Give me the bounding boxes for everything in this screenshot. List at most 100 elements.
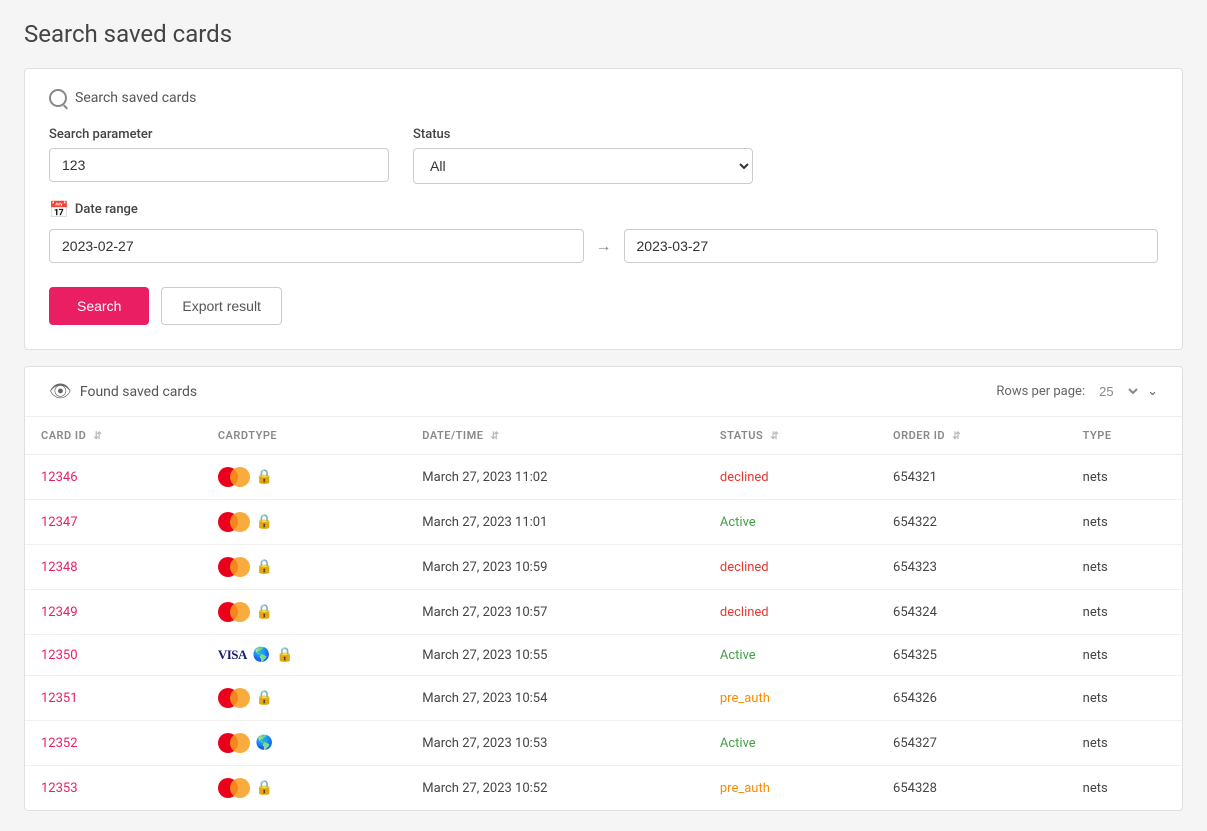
cell-order-id: 654324: [877, 590, 1067, 635]
cell-card-id[interactable]: 12351: [25, 676, 202, 721]
cell-type: nets: [1067, 590, 1182, 635]
date-to-input[interactable]: [624, 229, 1159, 263]
cell-cardtype: 🔒: [202, 545, 406, 590]
table-row: 12352 🌎 March 27, 2023 10:53Active654327…: [25, 721, 1182, 766]
date-row: →: [49, 229, 1158, 263]
export-button[interactable]: Export result: [161, 287, 282, 325]
cell-card-id[interactable]: 12349: [25, 590, 202, 635]
cell-datetime: March 27, 2023 10:53: [406, 721, 704, 766]
cell-order-id: 654321: [877, 455, 1067, 500]
results-table: CARD ID ⇵ CARDTYPE DATE/TIME ⇵ STATUS ⇵ …: [25, 417, 1182, 810]
cell-datetime: March 27, 2023 10:55: [406, 635, 704, 676]
results-title-container: 👁 Found saved cards: [49, 381, 197, 402]
cell-datetime: March 27, 2023 10:54: [406, 676, 704, 721]
cell-datetime: March 27, 2023 10:57: [406, 590, 704, 635]
lock-icon: 🔒: [256, 514, 273, 530]
lock-icon: 🔒: [256, 469, 273, 485]
cell-type: nets: [1067, 635, 1182, 676]
arrow-icon: →: [596, 236, 612, 256]
cell-type: nets: [1067, 455, 1182, 500]
cell-cardtype: VISA 🌎 🔒: [202, 635, 406, 676]
cell-order-id: 654325: [877, 635, 1067, 676]
lock-icon: 🔒: [256, 604, 273, 620]
col-order-id[interactable]: ORDER ID ⇵: [877, 417, 1067, 455]
chevron-down-icon: ⌄: [1147, 384, 1158, 399]
table-row: 12349 🔒 March 27, 2023 10:57declined6543…: [25, 590, 1182, 635]
cell-card-id[interactable]: 12350: [25, 635, 202, 676]
status-group: Status All Active Declined Pre-auth: [413, 127, 753, 184]
lock-icon: 🔒: [256, 690, 273, 706]
cell-status: Active: [704, 721, 877, 766]
cell-card-id[interactable]: 12353: [25, 766, 202, 811]
cell-card-id[interactable]: 12346: [25, 455, 202, 500]
cell-cardtype: 🔒: [202, 500, 406, 545]
results-panel: 👁 Found saved cards Rows per page: 25 50…: [24, 366, 1183, 811]
cell-status: Active: [704, 500, 877, 545]
cell-order-id: 654322: [877, 500, 1067, 545]
results-header: 👁 Found saved cards Rows per page: 25 50…: [25, 367, 1182, 417]
cell-datetime: March 27, 2023 11:01: [406, 500, 704, 545]
cell-cardtype: 🌎: [202, 721, 406, 766]
col-status[interactable]: STATUS ⇵: [704, 417, 877, 455]
table-row: 12353 🔒 March 27, 2023 10:52pre_auth6543…: [25, 766, 1182, 811]
search-param-group: Search parameter: [49, 127, 389, 184]
cell-status: Active: [704, 635, 877, 676]
cell-card-id[interactable]: 12352: [25, 721, 202, 766]
col-datetime[interactable]: DATE/TIME ⇵: [406, 417, 704, 455]
cell-card-id[interactable]: 12347: [25, 500, 202, 545]
cell-type: nets: [1067, 676, 1182, 721]
calendar-icon: 📅: [49, 200, 69, 219]
status-select[interactable]: All Active Declined Pre-auth: [413, 148, 753, 184]
cell-type: nets: [1067, 545, 1182, 590]
cell-type: nets: [1067, 766, 1182, 811]
cell-order-id: 654327: [877, 721, 1067, 766]
lock-icon: 🔒: [256, 780, 273, 796]
cell-status: declined: [704, 590, 877, 635]
mastercard-icon: [218, 688, 250, 708]
mastercard-icon: [218, 602, 250, 622]
cell-type: nets: [1067, 500, 1182, 545]
table-row: 12350 VISA 🌎 🔒 March 27, 2023 10:55Activ…: [25, 635, 1182, 676]
lock-icon: 🔒: [276, 647, 293, 663]
col-card-id[interactable]: CARD ID ⇵: [25, 417, 202, 455]
cell-card-id[interactable]: 12348: [25, 545, 202, 590]
mastercard-icon: [218, 557, 250, 577]
lock-icon: 🔒: [256, 559, 273, 575]
cell-type: nets: [1067, 721, 1182, 766]
cell-order-id: 654328: [877, 766, 1067, 811]
rows-per-page-select[interactable]: 25 50 100: [1091, 381, 1141, 402]
col-cardtype: CARDTYPE: [202, 417, 406, 455]
sort-icon-card-id: ⇵: [93, 431, 102, 442]
search-panel: Search saved cards Search parameter Stat…: [24, 68, 1183, 350]
search-form-row: Search parameter Status All Active Decli…: [49, 127, 1158, 184]
mastercard-icon: [218, 733, 250, 753]
search-panel-icon: [49, 89, 67, 107]
cell-cardtype: 🔒: [202, 676, 406, 721]
mastercard-icon: [218, 467, 250, 487]
cell-cardtype: 🔒: [202, 766, 406, 811]
search-panel-header: Search saved cards: [49, 89, 1158, 107]
cell-order-id: 654326: [877, 676, 1067, 721]
date-range-label: 📅 Date range: [49, 200, 1158, 219]
cell-cardtype: 🔒: [202, 590, 406, 635]
page-title: Search saved cards: [24, 20, 1183, 48]
date-from-input[interactable]: [49, 229, 584, 263]
cell-datetime: March 27, 2023 10:59: [406, 545, 704, 590]
cell-datetime: March 27, 2023 10:52: [406, 766, 704, 811]
col-type: TYPE: [1067, 417, 1182, 455]
eye-icon: 👁: [49, 381, 72, 402]
status-label: Status: [413, 127, 753, 142]
cell-status: declined: [704, 545, 877, 590]
table-row: 12346 🔒 March 27, 2023 11:02declined6543…: [25, 455, 1182, 500]
sort-icon-datetime: ⇵: [491, 431, 500, 442]
table-row: 12347 🔒 March 27, 2023 11:01Active654322…: [25, 500, 1182, 545]
search-param-label: Search parameter: [49, 127, 389, 142]
search-panel-label: Search saved cards: [75, 90, 196, 106]
cell-status: pre_auth: [704, 676, 877, 721]
globe-icon: 🌎: [256, 735, 273, 751]
search-button[interactable]: Search: [49, 287, 149, 325]
table-row: 12351 🔒 March 27, 2023 10:54pre_auth6543…: [25, 676, 1182, 721]
results-title: Found saved cards: [80, 384, 197, 400]
search-param-input[interactable]: [49, 148, 389, 182]
mastercard-icon: [218, 778, 250, 798]
